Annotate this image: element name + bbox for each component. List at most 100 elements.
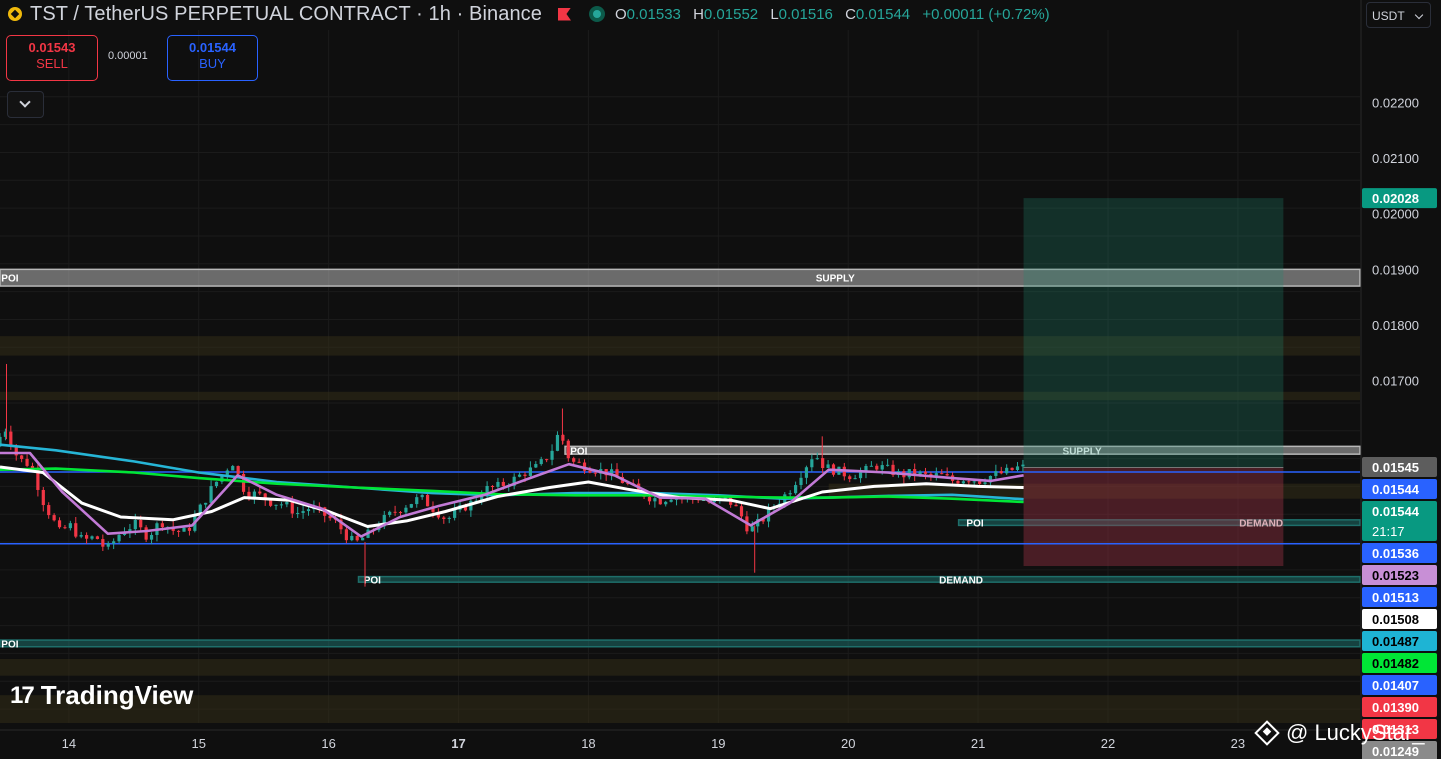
binance-diamond-icon — [1254, 720, 1280, 746]
candle-up — [886, 464, 890, 466]
candle-down — [734, 504, 738, 507]
zone-band — [0, 658, 1360, 676]
candle-down — [572, 458, 576, 462]
candle-down — [593, 472, 597, 474]
time-tick-label: 20 — [841, 736, 855, 751]
price-tick-label: 0.01900 — [1372, 262, 1419, 277]
candle-up — [555, 434, 560, 451]
candle-up — [225, 470, 229, 475]
candle-down — [501, 481, 505, 487]
candle-down — [355, 535, 359, 541]
candle-down — [344, 529, 348, 541]
candle-up — [306, 509, 311, 512]
candle-up — [1015, 466, 1020, 471]
candle-down — [52, 515, 56, 521]
candle-up — [182, 527, 186, 532]
price-chart[interactable]: POI SUPPLYPOI SUPPLYPOI DEMANDPOI DEMANDPOI0… — [0, 0, 1441, 759]
candle-up — [534, 464, 538, 468]
candle-up — [133, 519, 137, 530]
time-tick-label: 17 — [451, 736, 465, 751]
time-tick-label: 21 — [971, 736, 985, 751]
candle-up — [799, 477, 803, 486]
price-tick-label: 0.01700 — [1372, 374, 1419, 389]
price-label-countdown: 21:17 — [1372, 524, 1405, 539]
candle-up — [453, 509, 457, 518]
position-stop-zone — [1023, 467, 1284, 567]
price-label-text: 0.01487 — [1372, 634, 1419, 649]
zone-label: SUPPLY — [816, 274, 855, 285]
time-tick-label: 14 — [62, 736, 76, 751]
price-label-text: 0.02028 — [1372, 191, 1419, 206]
symbol-title[interactable]: TST / TetherUS PERPETUAL CONTRACT · 1h ·… — [30, 3, 542, 26]
candle-down — [490, 485, 495, 487]
position-target-zone — [1023, 198, 1284, 468]
candle-down — [545, 459, 549, 461]
price-label-text: 0.01544 — [1372, 504, 1420, 519]
buy-button[interactable]: 0.01544 BUY — [167, 35, 258, 81]
price-label-text: 0.01249 — [1372, 744, 1419, 759]
sell-button[interactable]: 0.01543 SELL — [6, 35, 98, 81]
flag-icon[interactable] — [558, 7, 571, 21]
candle-up — [296, 512, 300, 514]
candle-down — [967, 481, 971, 483]
candle-up — [361, 537, 365, 541]
candle-up — [496, 481, 500, 487]
candle-down — [187, 527, 192, 531]
price-tick-label: 0.02200 — [1372, 95, 1419, 110]
candle-up — [794, 485, 798, 494]
candle-up — [285, 501, 289, 505]
candle-down — [940, 473, 944, 475]
candle-down — [236, 466, 240, 474]
price-label-text: 0.01544 — [1372, 482, 1420, 497]
time-tick-label: 19 — [711, 736, 725, 751]
candle-down — [999, 471, 1003, 474]
price-tick-label: 0.02100 — [1372, 151, 1419, 166]
price-label-text: 0.01390 — [1372, 700, 1419, 715]
candle-up — [68, 523, 72, 529]
candle-up — [961, 481, 965, 484]
collapse-toggle-button[interactable] — [7, 91, 44, 118]
candle-up — [106, 543, 110, 547]
candle-up — [653, 498, 657, 502]
candle-up — [117, 534, 121, 542]
candle-up — [79, 535, 83, 537]
candle-up — [350, 535, 354, 541]
candle-up — [1021, 464, 1025, 467]
candle-down — [739, 506, 744, 517]
zone-label: DEMAND — [939, 575, 983, 586]
ohlc-readout: O0.01533 H0.01552 L0.01516 C0.01544 +0.0… — [615, 5, 1050, 23]
candle-down — [1010, 467, 1014, 471]
price-tick-label: 0.02000 — [1372, 207, 1419, 222]
tradingview-logo[interactable]: 17 TradingView — [10, 680, 193, 711]
candle-down — [258, 491, 262, 494]
candle-up — [517, 474, 522, 477]
coin-icon — [8, 7, 22, 21]
zone-band — [0, 695, 1360, 723]
candle-up — [90, 536, 94, 539]
candle-down — [956, 480, 960, 484]
candle-up — [388, 511, 392, 515]
candle-down — [57, 520, 62, 528]
candle-down — [144, 527, 148, 540]
spread-value: 0.00001 — [108, 50, 148, 62]
price-label-text: 0.01523 — [1372, 568, 1419, 583]
candle-down — [523, 474, 527, 476]
candle-up — [301, 511, 305, 513]
candle-up — [1005, 467, 1009, 474]
candle-down — [658, 498, 662, 505]
candle-up — [972, 481, 976, 483]
price-tick-label: 0.01800 — [1372, 318, 1419, 333]
candle-down — [160, 523, 164, 528]
candle-up — [409, 504, 413, 508]
currency-select[interactable]: USDT — [1366, 2, 1431, 28]
candle-up — [204, 502, 208, 505]
chart-header: TST / TetherUS PERPETUAL CONTRACT · 1h ·… — [8, 2, 1058, 26]
price-label-text: 0.01482 — [1372, 656, 1419, 671]
time-tick-label: 15 — [192, 736, 206, 751]
candle-up — [664, 501, 668, 505]
candle-down — [84, 535, 89, 539]
candle-up — [815, 458, 819, 460]
candle-down — [848, 476, 852, 480]
candle-down — [74, 523, 78, 537]
candle-down — [269, 500, 273, 506]
